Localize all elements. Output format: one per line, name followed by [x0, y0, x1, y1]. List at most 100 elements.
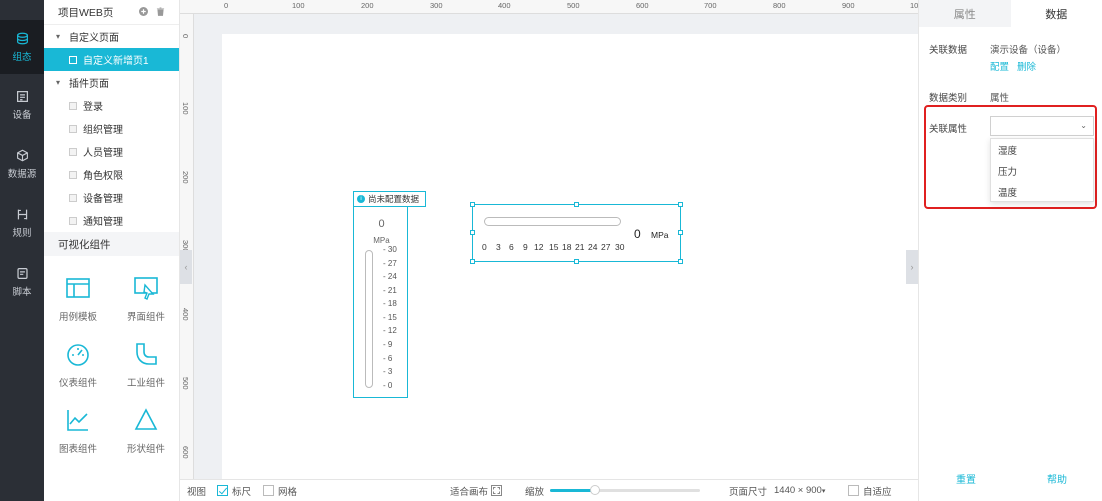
tree-item-roles[interactable]: 角色权限 [44, 163, 179, 186]
rail-label: 规则 [12, 227, 32, 239]
dropdown-option-temperature[interactable]: 温度 [991, 181, 1093, 202]
gauge-tick: - 21 [383, 286, 397, 295]
rail-item-script[interactable]: 脚本 [0, 255, 44, 309]
ruler-toggle-label: 标尺 [232, 486, 252, 498]
info-icon: i [357, 195, 365, 203]
config-link[interactable]: 配置 [990, 59, 1009, 73]
adaptive-label: 自适应 [863, 486, 892, 498]
view-label: 视图 [187, 486, 207, 498]
reset-button[interactable]: 重置 [956, 471, 976, 486]
resize-handle[interactable] [678, 259, 683, 264]
assoc-prop-select[interactable]: ⌄ [990, 116, 1094, 136]
page-icon [69, 170, 77, 179]
resize-handle[interactable] [574, 259, 579, 264]
checkbox-icon [848, 485, 859, 496]
canvas-area: 0 100 200 300 400 500 600 700 800 900 10… [180, 0, 918, 501]
rail-label: 组态 [12, 51, 32, 63]
gauge-tick: 3 [496, 242, 501, 252]
gauge-tick: - 9 [383, 340, 393, 349]
widget-ui[interactable]: 界面组件 [112, 267, 180, 333]
widget-chart[interactable]: 图表组件 [44, 399, 112, 465]
grid-toggle[interactable]: 网格 [263, 484, 297, 498]
rail-item-device[interactable]: 设备 [0, 78, 44, 132]
resize-handle[interactable] [574, 202, 579, 207]
tree-item-label: 自定义新增页1 [83, 56, 149, 67]
dropdown-option-pressure[interactable]: 压力 [991, 160, 1093, 181]
tree-header: 项目WEB页 [44, 0, 179, 25]
vertical-gauge-widget[interactable]: 0 MPa - 30 - 27 - 24 - 21 - 18 - 15 - 12… [353, 191, 408, 398]
resize-handle[interactable] [470, 230, 475, 235]
ruler-label: 600 [181, 446, 190, 459]
left-ruler: 0 100 200 300 400 500 600 [180, 14, 194, 479]
widget-label: 形状组件 [126, 444, 165, 455]
script-icon [16, 267, 28, 279]
tree-group-plugin[interactable]: ▾ 插件页面 [44, 71, 179, 94]
ruler-label: 200 [181, 171, 190, 184]
ruler-toggle[interactable]: 标尺 [217, 484, 251, 498]
page-tree-panel: 项目WEB页 ▾ 自定义页面 自定义新增页1 ▾ 插件页面 登录 组织管理 人员… [44, 0, 180, 501]
dropdown-option-humidity[interactable]: 湿度 [991, 139, 1093, 160]
widget-industrial[interactable]: 工业组件 [112, 333, 180, 399]
inspector-panel: 属性 数据 关联数据 演示设备（设备） 配置 删除 数据类别 属性 关联属性 ⌄… [918, 0, 1102, 501]
rail-label: 数据源 [7, 168, 37, 180]
gauge-tick: - 0 [383, 381, 393, 390]
zoom-label: 缩放 [525, 486, 545, 498]
tree-item-custom-page[interactable]: 自定义新增页1 [44, 48, 179, 71]
widget-template[interactable]: 用例模板 [44, 267, 112, 333]
rail-item-rule[interactable]: 规则 [0, 196, 44, 250]
tree-item-login[interactable]: 登录 [44, 94, 179, 117]
fit-canvas-label: 适合画布 [450, 486, 489, 498]
page-size-value: 1440 × 900 [774, 485, 822, 496]
delete-link[interactable]: 删除 [1017, 59, 1036, 73]
cursor-window-icon [134, 277, 158, 300]
tree-item-users[interactable]: 人员管理 [44, 140, 179, 163]
rail-item-config[interactable]: 组态 [0, 20, 44, 74]
collapse-right-handle[interactable]: › [906, 250, 918, 284]
resize-handle[interactable] [470, 202, 475, 207]
gauge-tick: 21 [575, 242, 585, 252]
resize-handle[interactable] [678, 230, 683, 235]
tree-item-org[interactable]: 组织管理 [44, 117, 179, 140]
page-icon [69, 147, 77, 156]
tree-item-notify[interactable]: 通知管理 [44, 209, 179, 232]
tree-item-label: 设备管理 [83, 194, 123, 205]
trash-icon[interactable] [156, 7, 165, 16]
widget-gauge[interactable]: 仪表组件 [44, 333, 112, 399]
collapse-left-handle[interactable]: ‹ [180, 250, 192, 284]
fit-canvas-button[interactable]: 适合画布 [450, 484, 503, 498]
assoc-prop-dropdown: 湿度 压力 温度 [990, 138, 1094, 202]
assoc-data-label: 关联数据 [929, 45, 968, 56]
tree-item-devices[interactable]: 设备管理 [44, 186, 179, 209]
ruler-label: 0 [224, 1, 229, 10]
pipe-icon [136, 343, 157, 365]
add-icon[interactable] [139, 7, 148, 16]
gauge-bar [484, 217, 621, 226]
gauge-tick: - 30 [383, 245, 397, 254]
tab-data[interactable]: 数据 [1010, 0, 1102, 27]
adaptive-toggle[interactable]: 自适应 [848, 484, 892, 498]
ruler-label: 200 [361, 1, 374, 10]
inspector-tabs: 属性 数据 [919, 0, 1102, 27]
ruler-label: 300 [430, 1, 443, 10]
ruler-label: 10 [910, 1, 918, 10]
page-size-label: 页面尺寸 [729, 486, 768, 498]
help-button[interactable]: 帮助 [1047, 471, 1067, 486]
horizontal-gauge-widget[interactable]: 0 MPa 0 3 6 9 12 15 18 21 24 27 30 [472, 204, 681, 262]
triangle-icon [134, 408, 158, 430]
tree-item-label: 人员管理 [83, 148, 123, 159]
zoom-slider[interactable] [550, 485, 700, 495]
tree-group-custom[interactable]: ▾ 自定义页面 [44, 25, 179, 48]
resize-handle[interactable] [470, 259, 475, 264]
resize-handle[interactable] [678, 202, 683, 207]
gauge-tick: - 27 [383, 259, 397, 268]
rail-item-datasource[interactable]: 数据源 [0, 137, 44, 191]
widget-label: 工业组件 [126, 378, 165, 389]
line-chart-icon [67, 410, 88, 431]
zoom-slider-knob[interactable] [590, 485, 600, 495]
gauge-tick: - 6 [383, 354, 393, 363]
widget-shape[interactable]: 形状组件 [112, 399, 180, 465]
tab-property[interactable]: 属性 [919, 0, 1011, 27]
page-size-select[interactable]: 1440 × 900▾ [774, 485, 825, 496]
gauge-tick: 24 [588, 242, 598, 252]
gauge-tick: 12 [534, 242, 544, 252]
